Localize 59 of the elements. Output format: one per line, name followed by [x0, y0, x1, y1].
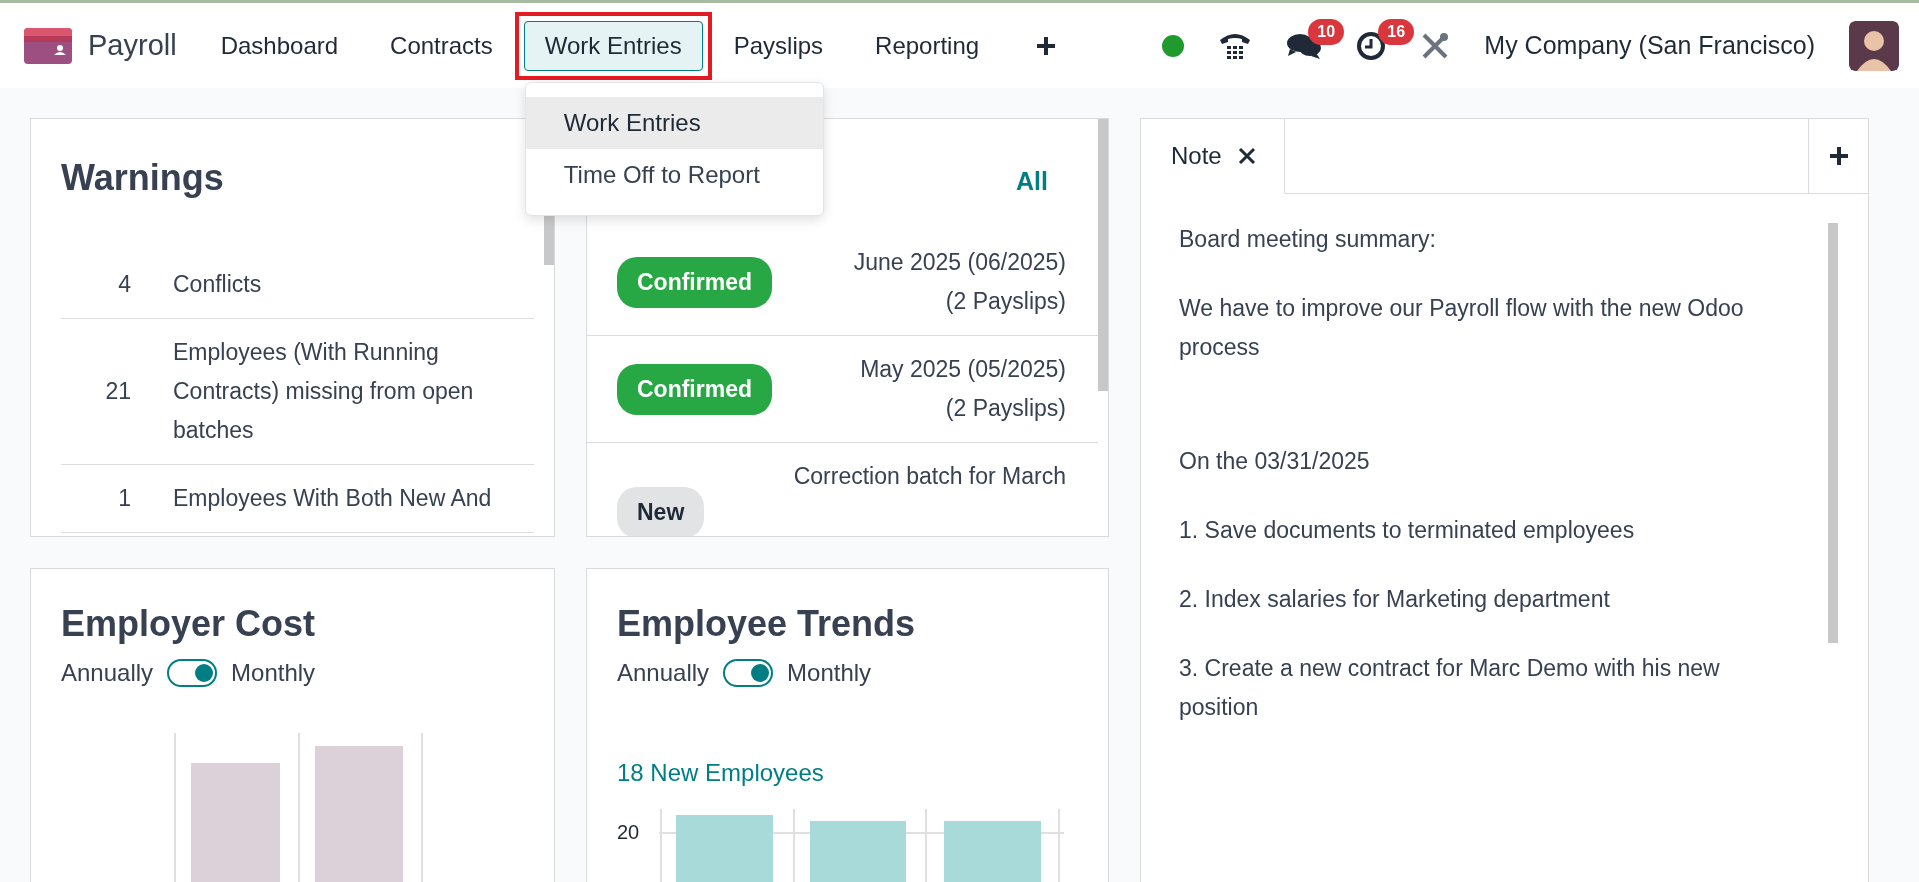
warning-row[interactable]: 4 Conflicts	[61, 251, 534, 319]
note-paragraph: 2. Index salaries for Marketing department	[1179, 585, 1611, 614]
plus-icon[interactable]	[1035, 34, 1058, 57]
warning-row[interactable]: 21 Employees (With Running Contracts) missing from open batches	[61, 319, 534, 465]
note-paragraph: On the 03/31/2025	[1179, 447, 1371, 476]
payslip-count: (2 Payslips)	[945, 287, 1066, 316]
status-badge: Confirmed	[617, 256, 772, 308]
note-paragraph: 1. Save documents to terminated employees	[1179, 516, 1636, 545]
toggle-label: Monthly	[787, 659, 872, 687]
batch-row[interactable]: Confirmed June 2025 (06/2025) (2 Payslips)	[587, 229, 1098, 336]
status-badge: Confirmed	[617, 363, 772, 415]
toggle-switch[interactable]	[167, 659, 218, 687]
scrollbar[interactable]	[1098, 119, 1108, 391]
menu-item[interactable]: Contracts	[369, 20, 514, 71]
batch-name: June 2025 (06/2025)	[853, 248, 1066, 277]
card-title: Employer Cost	[61, 603, 317, 645]
axis-tick-label: 20	[617, 821, 641, 844]
note-paragraph: Board meeting summary:	[1179, 225, 1437, 254]
note-tab[interactable]: Note	[1141, 119, 1285, 194]
clock-icon[interactable]	[1356, 30, 1387, 61]
warning-count: 21	[104, 377, 131, 406]
card-title: Employee Trends	[617, 603, 917, 645]
summary-link[interactable]: 18 New Employees	[617, 759, 1088, 787]
app-name[interactable]: Payroll	[88, 29, 177, 62]
status-dot	[1162, 34, 1185, 57]
company-switcher[interactable]: My Company (San Francisco)	[1484, 31, 1815, 60]
user-avatar[interactable]	[1849, 20, 1899, 71]
batch-name: May 2025 (05/2025)	[860, 355, 1066, 384]
note-paragraph: 3. Create a new contract for Marc Demo with his new position	[1179, 654, 1721, 722]
toggle-switch[interactable]	[723, 659, 774, 687]
plus-icon	[1827, 145, 1850, 167]
dropdown-item[interactable]: Work Entries	[525, 96, 823, 149]
warning-row[interactable]: 1 Employees With Both New And	[61, 465, 534, 533]
dropdown-item[interactable]: Time Off to Report	[525, 148, 823, 201]
scrollbar[interactable]	[1828, 223, 1838, 643]
warning-label: Conflicts	[173, 270, 263, 299]
toggle-label: Annually	[61, 659, 154, 687]
notification-badge: 10	[1308, 18, 1345, 45]
notification-badge: 16	[1378, 18, 1415, 45]
warning-label: Employees (With Running Contracts) missing from open batches	[173, 338, 475, 445]
toggle-label: Annually	[617, 659, 710, 687]
app-logo-icon[interactable]	[24, 27, 72, 64]
menu-item[interactable]: Payslips	[712, 20, 845, 71]
payslip-count: (2 Payslips)	[945, 394, 1066, 423]
card-title: Warnings	[61, 157, 225, 199]
warning-count: 1	[117, 484, 131, 513]
tools-icon[interactable]	[1420, 30, 1451, 61]
warning-count: 4	[117, 270, 131, 299]
menu-item[interactable]: Reporting	[854, 20, 1001, 71]
menu-item[interactable]: Work Entries	[523, 20, 703, 71]
warning-label: Employees With Both New And	[173, 484, 493, 513]
menu-item[interactable]: Dashboard	[199, 20, 360, 71]
status-badge: New	[617, 487, 705, 536]
batch-row[interactable]: New Correction batch for March	[587, 443, 1098, 536]
batch-row[interactable]: Confirmed May 2025 (05/2025) (2 Payslips)	[587, 336, 1098, 443]
toggle-label: Monthly	[231, 659, 316, 687]
batch-name: Correction batch for March	[793, 462, 1066, 491]
note-paragraph: We have to improve our Payroll flow with the new Odoo process	[1179, 294, 1745, 362]
close-icon[interactable]	[1237, 147, 1256, 165]
